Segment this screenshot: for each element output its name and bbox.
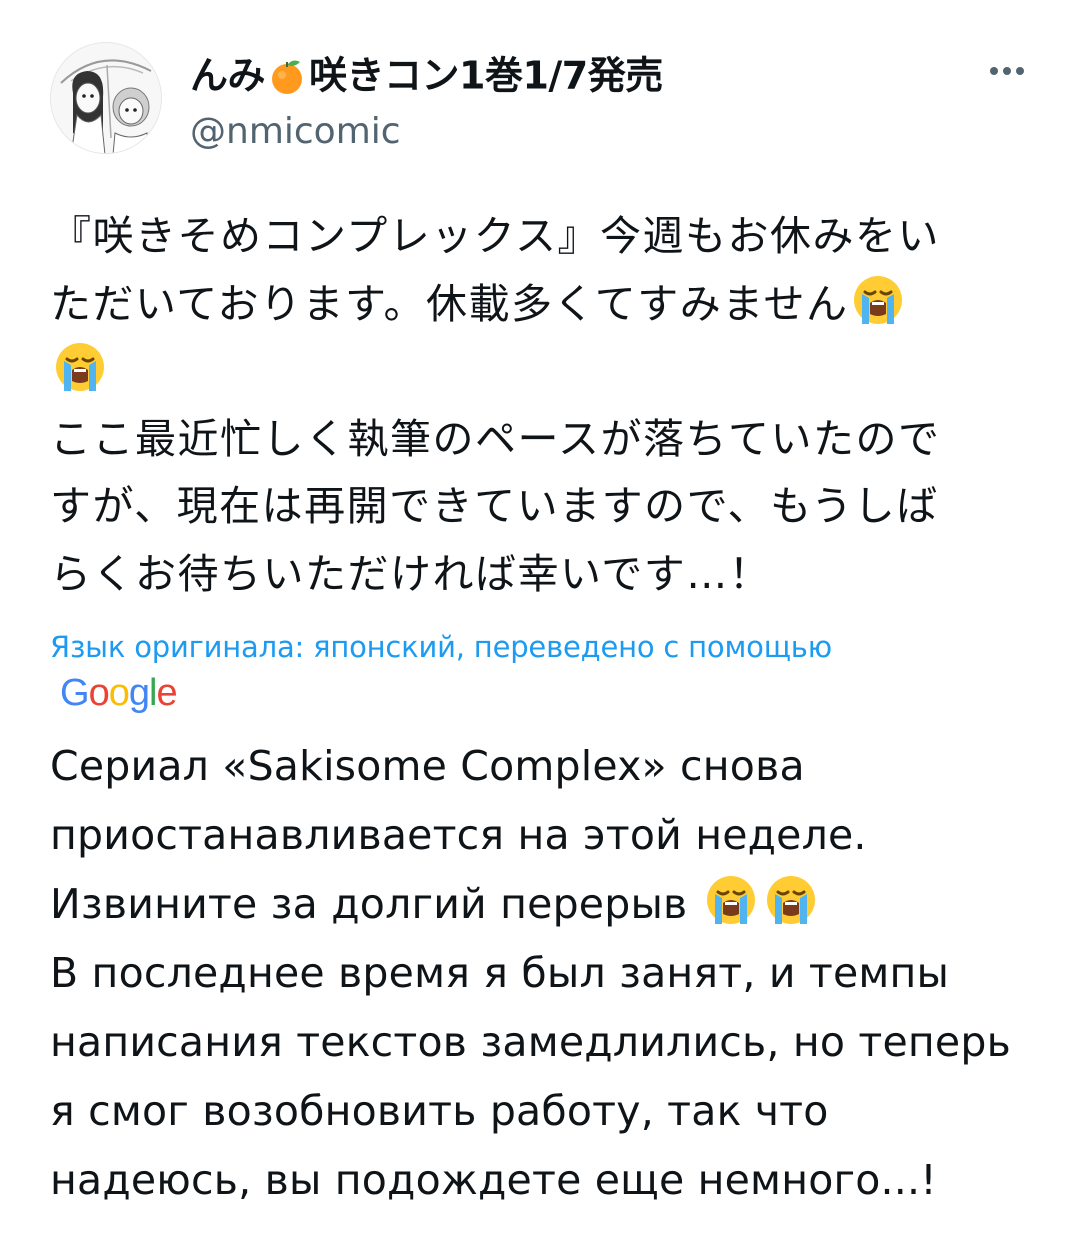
loudly-crying-face-icon [56,343,104,391]
tangerine-icon [272,60,303,94]
translated-line: В последнее время я был занят, и темпы [50,949,950,997]
tweet-line: 『咲きそめコンプレックス』今週もお休みをい [50,212,941,260]
translated-line: Извините за долгий перерыв [50,870,1050,939]
display-name-prefix: んみ [190,53,266,98]
more-options-icon[interactable] [984,48,1030,94]
user-handle[interactable]: @nmicomic [190,107,663,157]
tweet-line: らくお待ちいただければ幸いです…！ [50,549,772,598]
display-name-suffix: 咲きコン1巻1/7発売 [309,53,663,98]
translation-attribution: Язык оригинала: японский, переведено с п… [50,625,1040,717]
loudly-crying-face-icon [854,275,903,324]
tweet-text: 『咲きそめコンプレックス』今週もお休みをい ただいております。休載多くてすみませ… [50,203,1040,608]
tweet-line: ここ最近忙しく執筆のペースが落ちていたので [50,414,941,463]
avatar[interactable] [50,42,162,154]
translated-line: я смог возобновить работу, так что [50,1087,829,1135]
translation-label[interactable]: Язык оригинала: японский, переведено с п… [50,625,1040,669]
tweet-header: んみ 咲きコン1巻1/7発売 @nmicomic [50,42,1030,162]
translated-text: Сериал «Sakisome Complex» снова приостан… [50,732,1050,1215]
translated-line: надеюсь, вы подождете еще немного...! [50,1156,937,1204]
translated-line: написания текстов замедлились, но теперь [50,1018,1011,1066]
loudly-crying-face-icon [766,876,815,924]
display-name[interactable]: んみ 咲きコン1巻1/7発売 [190,48,663,101]
author-names: んみ 咲きコン1巻1/7発売 @nmicomic [190,48,663,157]
translated-line: приостанавливается на этой неделе. [50,811,867,859]
tweet-line [50,338,1040,406]
translated-line: Сериал «Sakisome Complex» снова [50,742,805,790]
tweet-line: すが、現在は再開できていますので、もうしば [50,482,939,530]
google-logo: Google [60,672,178,714]
tweet-line: ただいております。休載多くてすみません [50,271,1040,339]
loudly-crying-face-icon [706,876,755,924]
avatar-illustration-icon [51,43,161,153]
